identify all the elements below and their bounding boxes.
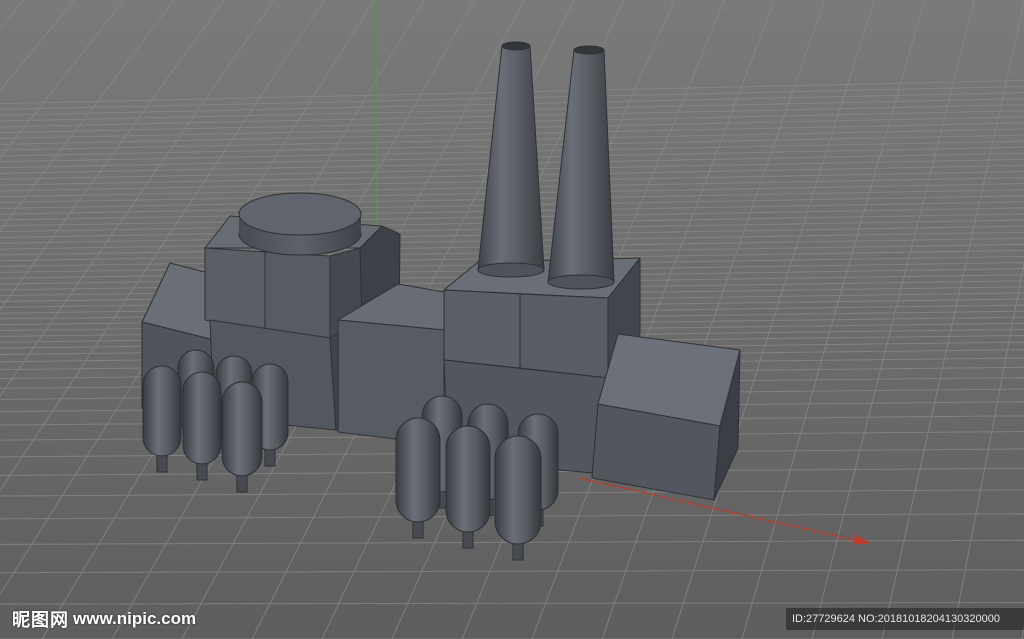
tank-body — [221, 381, 263, 477]
brand-name-cn: 昵图网 — [12, 610, 69, 631]
roof-disk-top — [238, 192, 362, 236]
tank-body — [182, 371, 222, 465]
chimney-left-base — [477, 262, 545, 278]
chimney-right-top — [573, 45, 605, 55]
tower-right-front-upper-a — [443, 289, 521, 369]
image-id-label: ID:27729624 NO:20181018204130320000 — [786, 608, 1024, 630]
3d-viewport[interactable]: 昵图网 www.nipic.com ID:27729624 NO:2018101… — [0, 0, 1024, 639]
tank-body — [142, 365, 182, 457]
brand-url: www.nipic.com — [73, 609, 197, 628]
tower-left-front-upper-a — [204, 247, 266, 331]
tower-right-front-upper-b — [519, 293, 609, 379]
brand-watermark: 昵图网 www.nipic.com — [12, 606, 196, 632]
tank-body — [395, 417, 441, 523]
chimney-right-base — [547, 274, 615, 290]
viewport-scene[interactable] — [0, 0, 1024, 639]
tower-left-front-upper-b — [264, 251, 331, 339]
chimney-left-top — [501, 41, 531, 51]
tank-body — [494, 435, 542, 545]
tank-body — [445, 425, 491, 533]
